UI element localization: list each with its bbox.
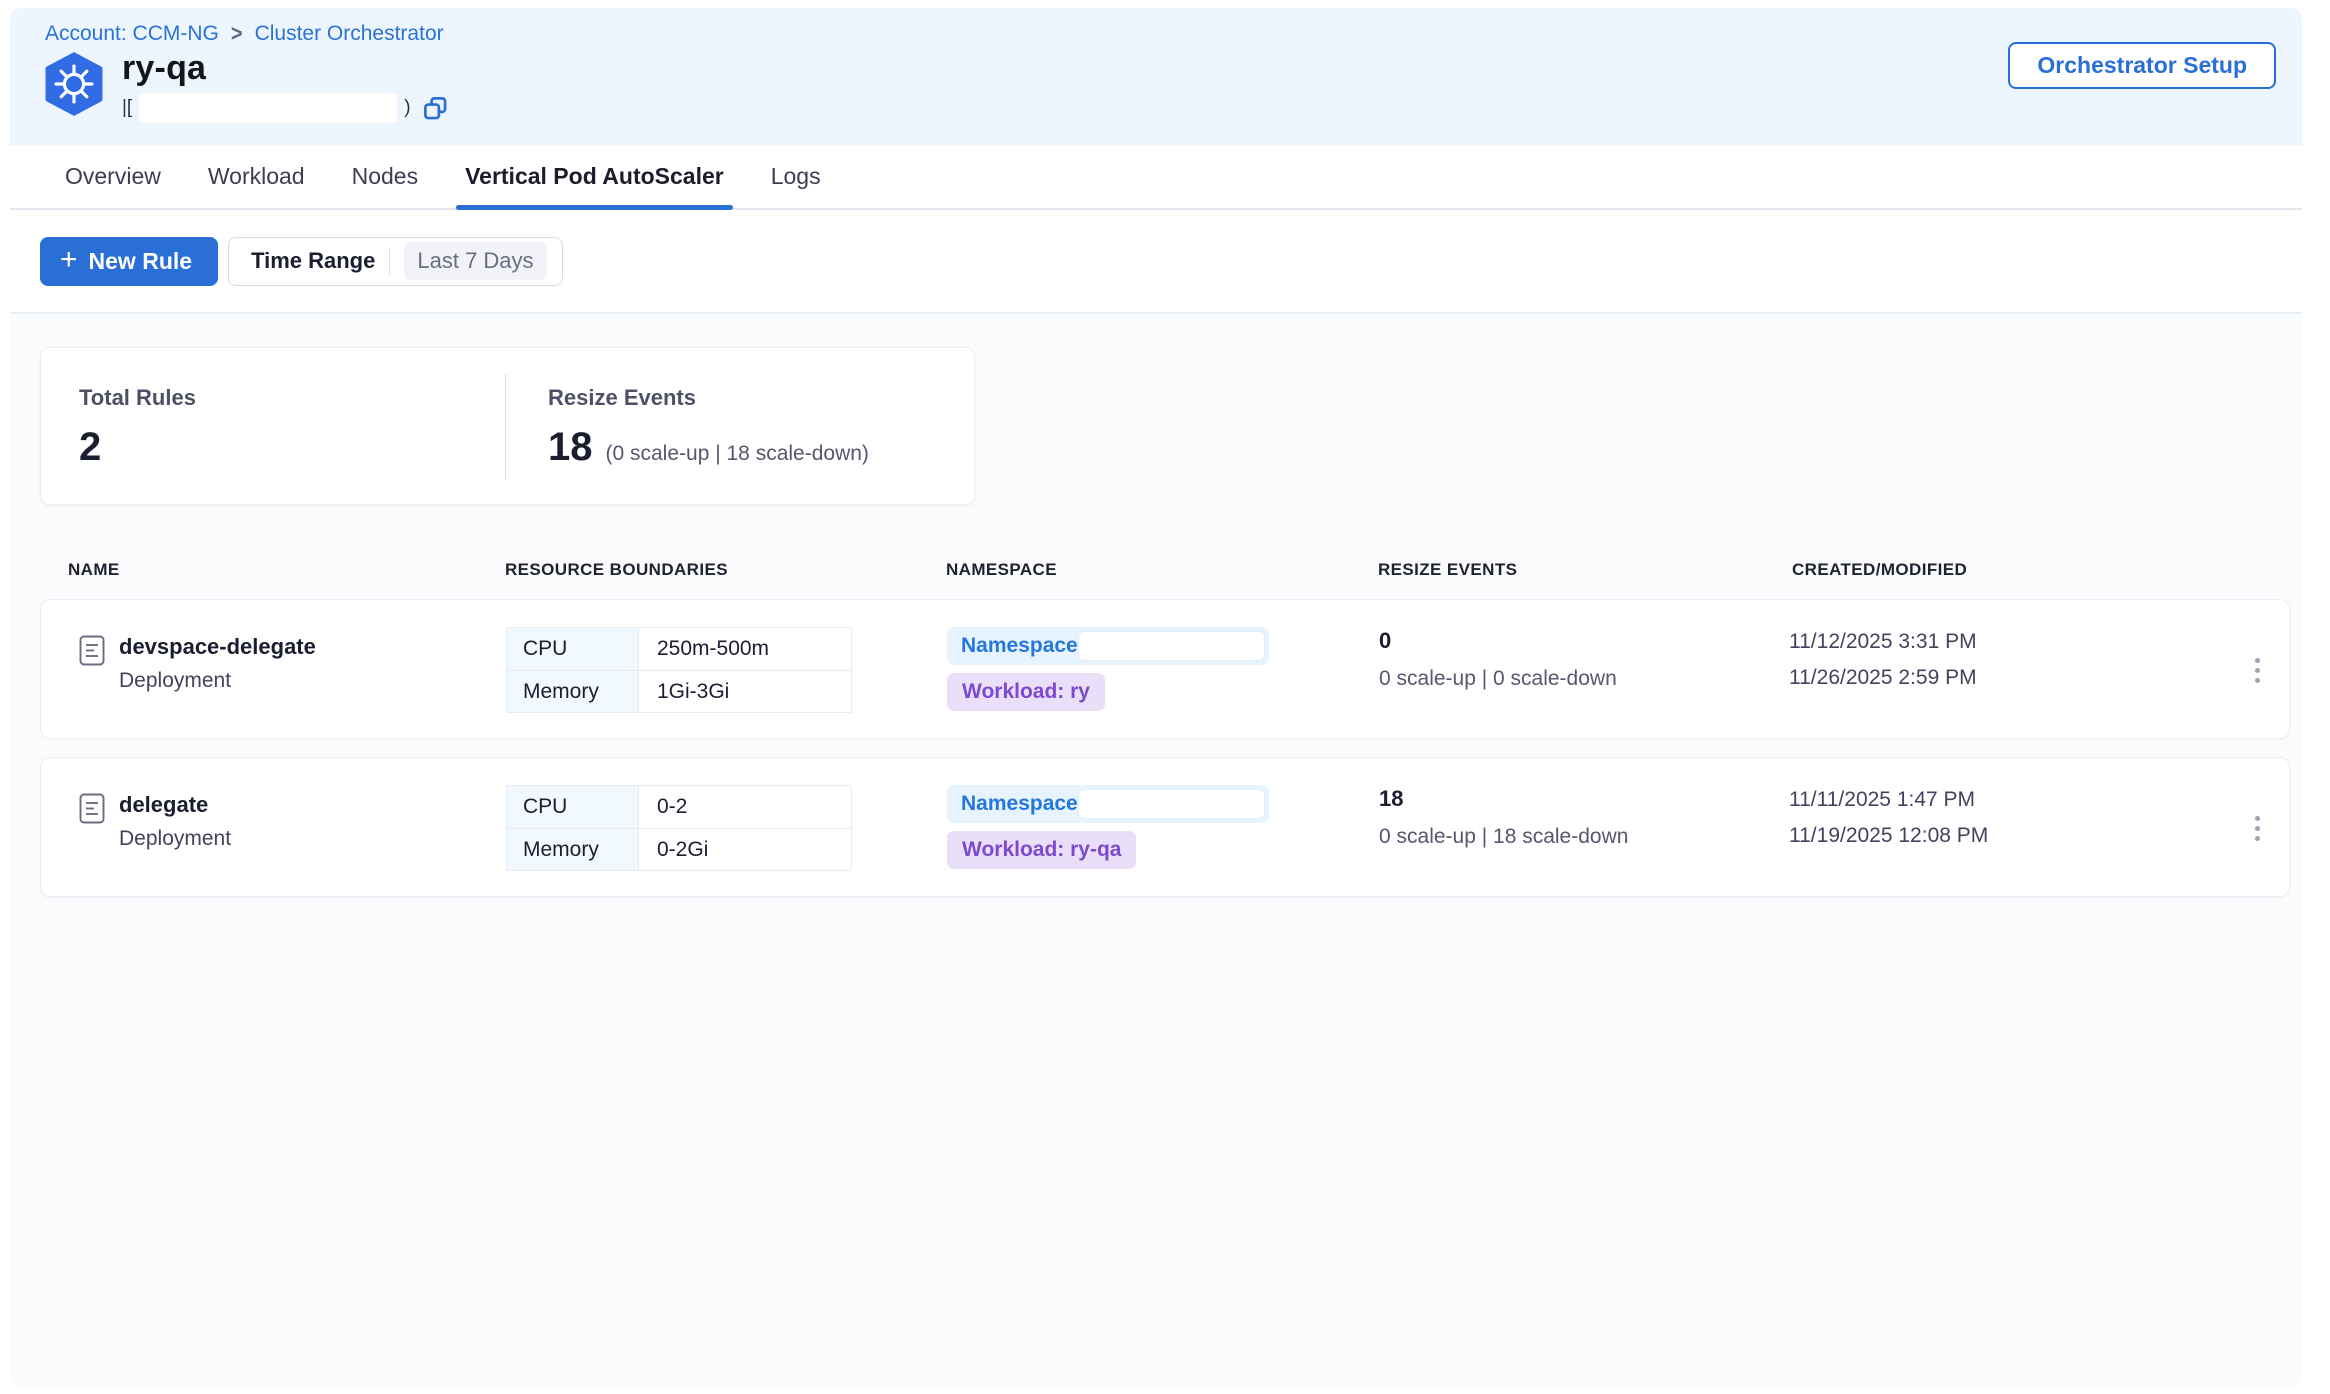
cluster-id-close-paren: ) xyxy=(404,97,410,119)
time-range-value: Last 7 Days xyxy=(404,242,546,280)
col-header-name: NAME xyxy=(68,560,120,580)
memory-value: 1Gi-3Gi xyxy=(639,671,851,712)
col-header-resource-boundaries: RESOURCE BOUNDARIES xyxy=(505,560,728,580)
resource-boundaries-table: CPU 250m-500m Memory 1Gi-3Gi xyxy=(506,627,852,713)
tab-workload[interactable]: Workload xyxy=(208,145,305,208)
time-range-divider xyxy=(389,248,390,275)
memory-label: Memory xyxy=(507,671,639,712)
col-header-namespace: NAMESPACE xyxy=(946,560,1057,580)
file-text-icon xyxy=(79,635,105,666)
file-text-icon xyxy=(79,793,105,824)
resize-events-value: 18 xyxy=(548,427,593,467)
resize-events-label: Resize Events xyxy=(548,385,974,411)
breadcrumb-account-link[interactable]: Account: CCM-NG xyxy=(45,22,219,46)
modified-timestamp: 11/26/2025 2:59 PM xyxy=(1789,666,1977,690)
col-header-created-modified: CREATED/MODIFIED xyxy=(1792,560,1967,580)
page-header: Account: CCM-NG > Cluster Orchestrator xyxy=(10,8,2302,145)
tab-nodes[interactable]: Nodes xyxy=(352,145,418,208)
rule-row-devspace-delegate[interactable]: devspace-delegate Deployment CPU 250m-50… xyxy=(40,599,2290,739)
cluster-title-row: ry-qa |[ ) xyxy=(42,50,449,124)
memory-label: Memory xyxy=(507,829,639,870)
tab-bar: Overview Workload Nodes Vertical Pod Aut… xyxy=(10,145,2302,210)
total-rules-label: Total Rules xyxy=(79,385,505,411)
resize-events-stat: Resize Events 18 (0 scale-up | 18 scale-… xyxy=(506,348,974,504)
cpu-value: 0-2 xyxy=(639,786,851,828)
total-rules-stat: Total Rules 2 xyxy=(41,348,505,504)
new-rule-label: New Rule xyxy=(89,248,193,275)
chevron-right-icon: > xyxy=(231,21,243,47)
cpu-value: 250m-500m xyxy=(639,628,851,670)
total-rules-value: 2 xyxy=(79,427,505,467)
col-header-resize-events: RESIZE EVENTS xyxy=(1378,560,1517,580)
namespace-redacted xyxy=(1078,631,1265,661)
orchestrator-setup-button[interactable]: Orchestrator Setup xyxy=(2008,42,2276,89)
resource-boundaries-table: CPU 0-2 Memory 0-2Gi xyxy=(506,785,852,871)
resize-detail: 0 scale-up | 18 scale-down xyxy=(1379,825,1628,849)
kebab-menu-icon[interactable] xyxy=(2247,805,2267,851)
rule-type: Deployment xyxy=(119,827,231,851)
toolbar: + New Rule Time Range Last 7 Days xyxy=(10,210,2302,314)
summary-card: Total Rules 2 Resize Events 18 (0 scale-… xyxy=(40,347,975,505)
kebab-menu-icon[interactable] xyxy=(2247,647,2267,693)
workload-badge: Workload: ry xyxy=(947,673,1105,711)
memory-value: 0-2Gi xyxy=(639,829,851,870)
table-header: NAME RESOURCE BOUNDARIES NAMESPACE RESIZ… xyxy=(10,560,2302,594)
namespace-redacted xyxy=(1078,789,1265,819)
cpu-label: CPU xyxy=(507,786,639,828)
page-title: ry-qa xyxy=(122,50,449,87)
cluster-id-redacted xyxy=(139,93,397,123)
new-rule-button[interactable]: + New Rule xyxy=(40,237,218,286)
rule-row-delegate[interactable]: delegate Deployment CPU 0-2 Memory 0-2Gi… xyxy=(40,757,2290,897)
workload-badge: Workload: ry-qa xyxy=(947,831,1136,869)
copy-icon[interactable] xyxy=(422,95,449,122)
created-timestamp: 11/12/2025 3:31 PM xyxy=(1789,630,1977,654)
rule-name: delegate xyxy=(119,792,231,818)
resize-count: 18 xyxy=(1379,786,1628,812)
rule-name: devspace-delegate xyxy=(119,634,316,660)
cluster-orchestrator-page: Account: CCM-NG > Cluster Orchestrator xyxy=(10,8,2302,1386)
tab-overview[interactable]: Overview xyxy=(65,145,161,208)
namespace-badge: Namespace: l xyxy=(947,627,1269,665)
cpu-label: CPU xyxy=(507,628,639,670)
tab-logs[interactable]: Logs xyxy=(771,145,821,208)
time-range-label: Time Range xyxy=(251,248,375,274)
cluster-id-row: |[ ) xyxy=(122,92,449,124)
kubernetes-icon xyxy=(42,52,106,116)
breadcrumb: Account: CCM-NG > Cluster Orchestrator xyxy=(45,22,444,46)
time-range-selector[interactable]: Time Range Last 7 Days xyxy=(228,237,562,286)
cluster-id-text: |[ xyxy=(122,97,132,119)
tab-vertical-pod-autoscaler[interactable]: Vertical Pod AutoScaler xyxy=(465,145,724,208)
namespace-text: Namespace: l xyxy=(961,792,1096,816)
created-timestamp: 11/11/2025 1:47 PM xyxy=(1789,788,1988,812)
breadcrumb-cluster-orchestrator-link[interactable]: Cluster Orchestrator xyxy=(255,22,444,46)
namespace-badge: Namespace: l xyxy=(947,785,1269,823)
resize-detail: 0 scale-up | 0 scale-down xyxy=(1379,667,1617,691)
modified-timestamp: 11/19/2025 12:08 PM xyxy=(1789,824,1988,848)
rule-type: Deployment xyxy=(119,669,316,693)
resize-events-detail: (0 scale-up | 18 scale-down) xyxy=(606,442,869,466)
namespace-text: Namespace: l xyxy=(961,634,1096,658)
resize-count: 0 xyxy=(1379,628,1617,654)
